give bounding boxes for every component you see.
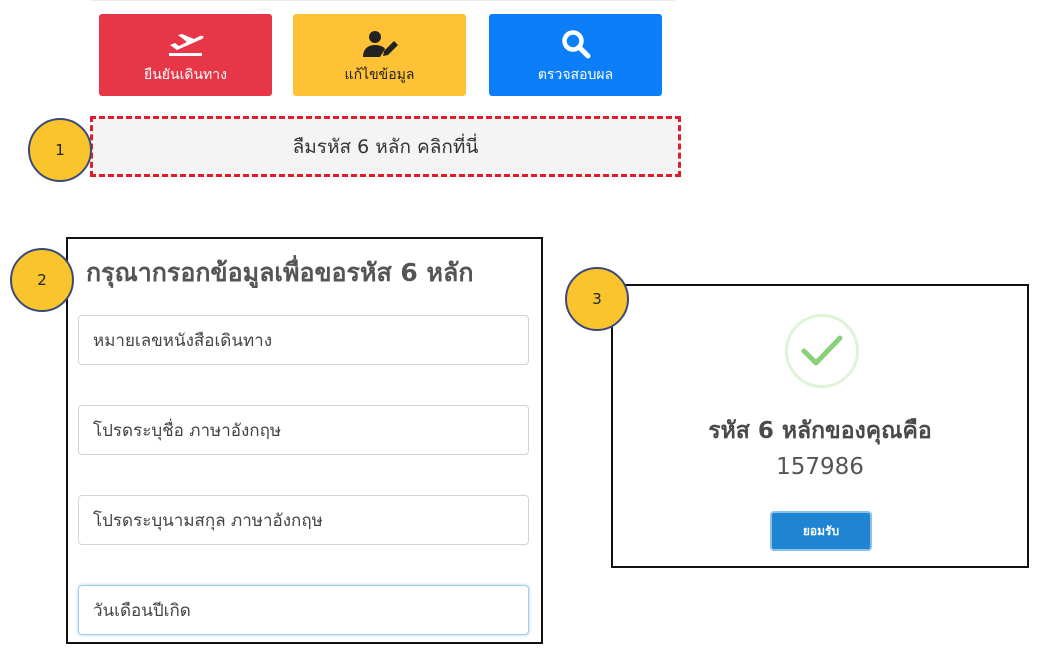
request-code-form: กรุณากรอกข้อมูลเพื่อขอรหัส 6 หลัก หมายเล… <box>66 237 543 644</box>
confirm-travel-label: ยืนยันเดินทาง <box>144 67 227 83</box>
check-result-button[interactable]: ตรวจสอบผล <box>489 14 662 96</box>
step-badge-3: 3 <box>565 267 629 331</box>
airplane-takeoff-icon <box>166 28 206 60</box>
last-name-field[interactable]: โปรดระบุนามสกุล ภาษาอังกฤษ <box>78 495 529 545</box>
edit-info-button[interactable]: แก้ไขข้อมูล <box>293 14 466 96</box>
top-divider <box>90 0 675 5</box>
birth-date-field[interactable]: วันเดือนปีเกิด <box>78 585 529 635</box>
form-title: กรุณากรอกข้อมูลเพื่อขอรหัส 6 หลัก <box>86 258 474 287</box>
code-label: รหัส 6 หลักของคุณคือ <box>708 418 932 444</box>
first-name-field[interactable]: โปรดระบุชื่อ ภาษาอังกฤษ <box>78 405 529 455</box>
passport-number-field[interactable]: หมายเลขหนังสือเดินทาง <box>78 315 529 365</box>
forgot-code-link[interactable]: ลืมรหัส 6 หลัก คลิกที่นี่ <box>90 116 681 177</box>
user-edit-icon <box>360 28 400 60</box>
code-value: 157986 <box>776 454 864 480</box>
step-badge-1: 1 <box>28 118 92 182</box>
check-icon <box>785 314 859 388</box>
search-icon <box>556 28 596 60</box>
check-result-label: ตรวจสอบผล <box>537 67 614 83</box>
edit-info-label: แก้ไขข้อมูล <box>344 67 415 83</box>
step-badge-2: 2 <box>10 248 74 312</box>
code-result-dialog: รหัส 6 หลักของคุณคือ 157986 ยอมรับ <box>611 284 1029 568</box>
accept-button[interactable]: ยอมรับ <box>770 511 872 551</box>
confirm-travel-button[interactable]: ยืนยันเดินทาง <box>99 14 272 96</box>
